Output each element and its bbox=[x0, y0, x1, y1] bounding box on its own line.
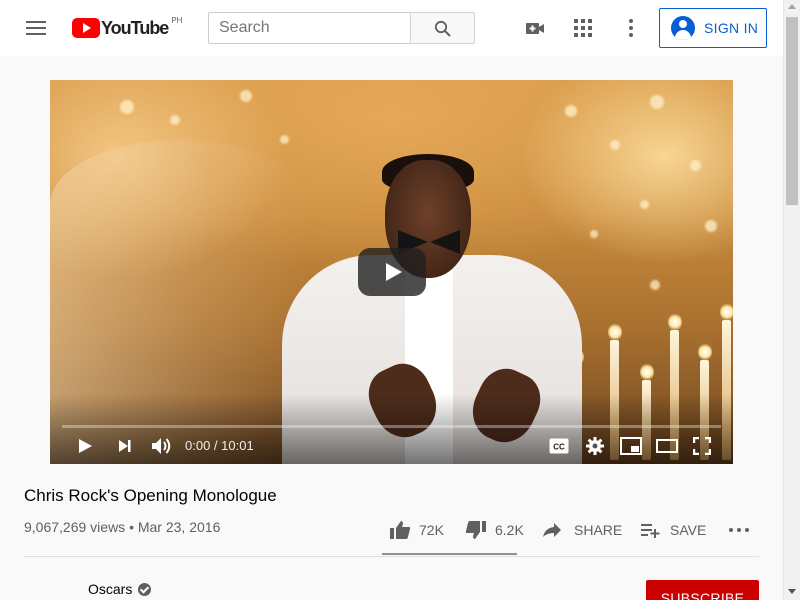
share-arrow-icon bbox=[543, 523, 561, 537]
next-video-icon[interactable] bbox=[116, 437, 134, 460]
time-display: 0:00 / 10:01 bbox=[185, 438, 254, 453]
masthead: YouTube PH SIGN IN bbox=[0, 0, 783, 56]
account-circle-icon bbox=[671, 16, 695, 40]
search-box bbox=[208, 12, 411, 44]
scroll-down-arrow-icon[interactable] bbox=[788, 589, 796, 594]
progress-bar[interactable] bbox=[62, 425, 721, 428]
search-button[interactable] bbox=[410, 12, 475, 44]
verified-badge-icon bbox=[138, 582, 152, 596]
more-horizontal-icon bbox=[729, 528, 749, 532]
view-count-and-date: 9,067,269 views • Mar 23, 2016 bbox=[24, 519, 221, 535]
page-scrollbar[interactable] bbox=[783, 0, 800, 600]
channel-info[interactable]: Oscars bbox=[88, 581, 152, 597]
like-count: 72K bbox=[419, 522, 444, 538]
video-player[interactable]: 0:00 / 10:01 CC bbox=[50, 80, 733, 464]
miniplayer-icon[interactable] bbox=[620, 437, 642, 460]
search-input[interactable] bbox=[209, 13, 410, 43]
logo-text: YouTube bbox=[101, 18, 169, 38]
share-button[interactable]: SHARE bbox=[542, 514, 622, 546]
save-button[interactable]: SAVE bbox=[640, 514, 706, 546]
theater-mode-icon[interactable] bbox=[656, 438, 678, 459]
scroll-up-arrow-icon[interactable] bbox=[788, 4, 796, 9]
youtube-logo[interactable]: YouTube PH bbox=[72, 16, 183, 39]
youtube-play-logo-icon bbox=[72, 18, 100, 38]
like-button[interactable]: 72K bbox=[389, 514, 444, 546]
subscribe-button[interactable]: SUBSCRIBE bbox=[646, 580, 759, 600]
save-label: SAVE bbox=[670, 522, 707, 538]
search-icon bbox=[434, 20, 451, 37]
apps-grid-icon[interactable] bbox=[571, 16, 595, 40]
create-video-icon[interactable] bbox=[523, 16, 547, 40]
dislike-button[interactable]: 6.2K bbox=[465, 514, 524, 546]
volume-icon[interactable] bbox=[150, 436, 174, 461]
more-vertical-icon[interactable] bbox=[619, 16, 643, 40]
share-label: SHARE bbox=[574, 522, 623, 538]
hamburger-menu-icon[interactable] bbox=[20, 16, 52, 40]
sign-in-label: SIGN IN bbox=[704, 20, 759, 36]
captions-icon[interactable]: CC bbox=[549, 438, 569, 459]
divider bbox=[24, 556, 759, 557]
video-title: Chris Rock's Opening Monologue bbox=[24, 486, 277, 505]
sign-in-button[interactable]: SIGN IN bbox=[659, 8, 767, 48]
settings-gear-icon[interactable] bbox=[585, 436, 605, 461]
large-play-button[interactable] bbox=[358, 248, 426, 296]
thumbs-down-icon bbox=[465, 521, 486, 539]
channel-name[interactable]: Oscars bbox=[88, 581, 132, 597]
fullscreen-icon[interactable] bbox=[692, 436, 712, 460]
captions-label: CC bbox=[553, 443, 565, 452]
more-actions-button[interactable] bbox=[728, 514, 750, 546]
dislike-count: 6.2K bbox=[495, 522, 524, 538]
country-code: PH bbox=[171, 16, 183, 25]
scrollbar-thumb[interactable] bbox=[786, 17, 798, 205]
thumbs-up-icon bbox=[390, 521, 411, 539]
play-icon[interactable] bbox=[76, 437, 94, 460]
playlist-add-icon bbox=[641, 524, 660, 538]
sentiment-bar bbox=[382, 553, 517, 555]
